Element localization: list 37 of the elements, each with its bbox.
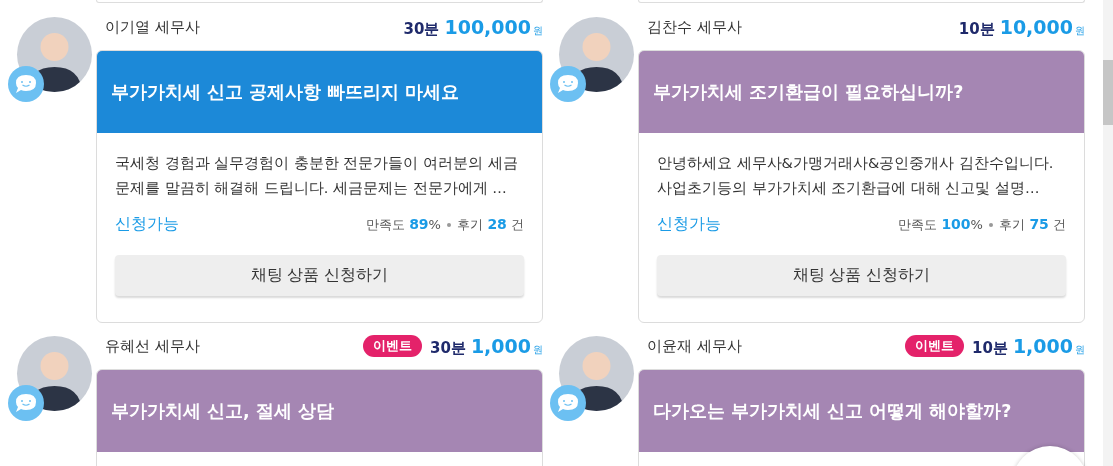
event-badge: 이벤트 [363,335,422,357]
currency-unit: 원 [1075,342,1085,357]
duration-label: 10분 [958,19,995,39]
chat-bubble-icon[interactable] [8,385,44,421]
price-value: 1,000 [470,334,531,357]
apply-button[interactable]: 채팅 상품 신청하기 [657,255,1066,296]
product-title: 부가가치세 신고 공제사항 빠뜨리지 마세요 [111,81,460,104]
scrollbar-drawing[interactable] [1103,0,1113,466]
duration-label: 10분 [972,338,1008,358]
product-title: 부가가치세 신고, 절세 상담 [111,400,334,423]
product-description: 국세청 경험과 실무경험이 충분한 전문가들이 여러분의 세금문제를 말끔히 해결해 드립니다. 세금문제는 전문가에게 … [115,154,519,198]
product-card[interactable]: 부가가치세 신고 공제사항 빠뜨리지 마세요 국세청 경험과 실무경험이 충분한 전문가들이 여러분의 세금문제를 말끔히 해결해 드립니다. 세금문제는 전문가에게 … 신청가능 만족도 89% 후기 28 건 채팅 상품 신청하기 [96,50,543,323]
expert-name: 이기열 세무사 [105,17,200,37]
product-title: 부가가치세 조기환급이 필요하십니까? [653,81,964,104]
product-title: 다가오는 부가가치세 신고 어떻게 해야할까? [653,400,1012,423]
event-badge: 이벤트 [905,335,964,357]
currency-unit: 원 [1075,23,1085,38]
price-value: 10,000 [999,15,1073,38]
chat-bubble-icon[interactable] [8,66,44,102]
currency-unit: 원 [533,342,543,357]
expert-name: 이윤재 세무사 [647,336,742,356]
expert-name: 유혜선 세무사 [105,336,200,356]
availability-status: 신청가능 [657,214,721,235]
expert-name: 김찬수 세무사 [647,17,742,37]
product-description: 안녕하세요 세무사&가맹거래사&공인중개사 김찬수입니다. 사업초기등의 부가가치세 조기환급에 대해 신고및 설명… [657,154,1055,198]
duration-label: 30분 [403,19,440,39]
chat-bubble-icon[interactable] [550,385,586,421]
duration-label: 30분 [430,338,466,358]
price-value: 100,000 [444,15,531,38]
product-card[interactable]: 부가가치세 조기환급이 필요하십니까? 안녕하세요 세무사&가맹거래사&공인중개사 김찬수입니다. 사업초기등의 부가가치세 조기환급에 대해 신고및 설명… 신청가능 만족도 100% 후기 75 건 채팅 상품 신청하기 [638,50,1085,323]
chat-bubble-icon[interactable] [550,66,586,102]
rating-summary: 만족도 100% 후기 75 건 [898,215,1066,234]
price-value: 1,000 [1012,334,1073,357]
availability-status: 신청가능 [115,214,179,235]
rating-summary: 만족도 89% 후기 28 건 [366,215,524,234]
apply-button[interactable]: 채팅 상품 신청하기 [115,255,524,296]
currency-unit: 원 [533,23,543,38]
